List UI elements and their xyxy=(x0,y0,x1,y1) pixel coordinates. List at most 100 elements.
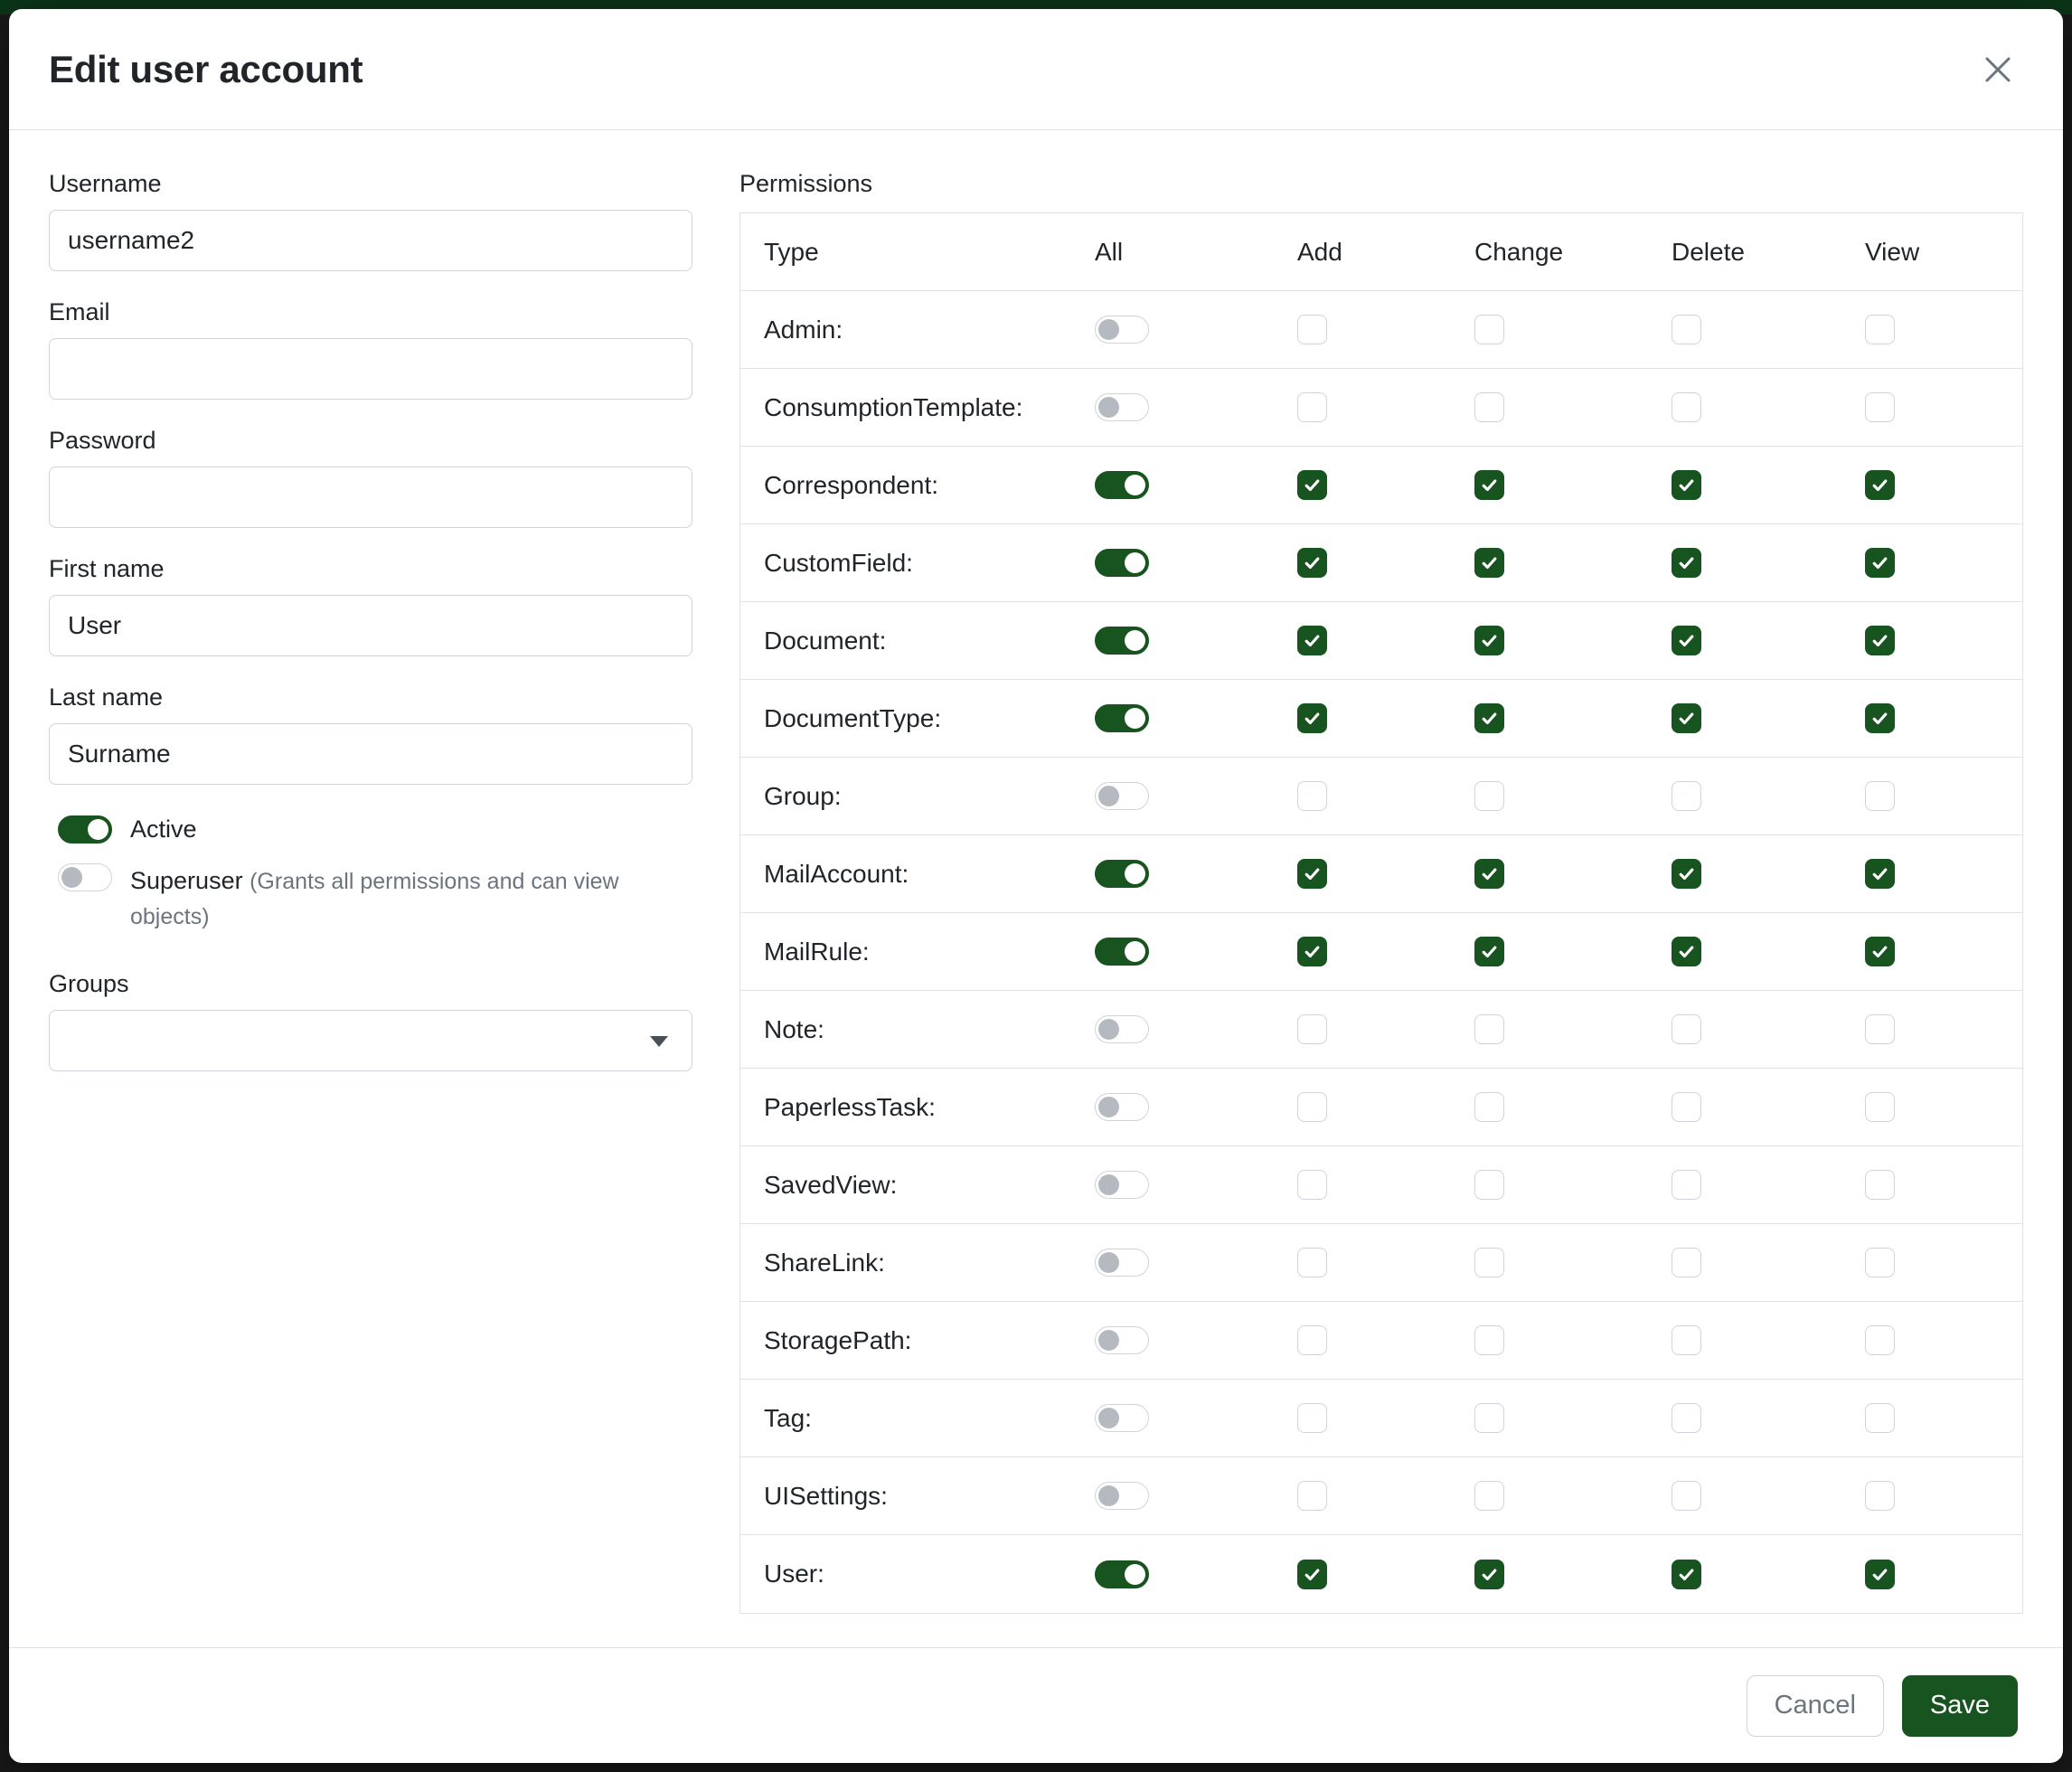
permission-delete-checkbox[interactable] xyxy=(1672,859,1701,889)
permission-type-label: PaperlessTask: xyxy=(740,1093,1095,1122)
permission-delete-checkbox[interactable] xyxy=(1672,392,1701,422)
permission-add-checkbox[interactable] xyxy=(1297,1014,1327,1044)
permission-add-checkbox[interactable] xyxy=(1297,1560,1327,1589)
email-input[interactable] xyxy=(49,338,692,400)
permission-all-toggle[interactable] xyxy=(1095,860,1149,888)
groups-select[interactable] xyxy=(49,1010,692,1071)
permission-all-toggle[interactable] xyxy=(1095,1560,1149,1588)
permission-change-checkbox[interactable] xyxy=(1474,703,1504,733)
last-name-group: Last name xyxy=(49,683,692,785)
permission-add-checkbox[interactable] xyxy=(1297,1170,1327,1200)
permission-all-toggle[interactable] xyxy=(1095,627,1149,655)
permission-change-checkbox[interactable] xyxy=(1474,781,1504,811)
permission-view-checkbox[interactable] xyxy=(1865,315,1895,344)
permission-change-checkbox[interactable] xyxy=(1474,1403,1504,1433)
permission-add-checkbox[interactable] xyxy=(1297,315,1327,344)
superuser-toggle[interactable] xyxy=(58,863,112,891)
cancel-button[interactable]: Cancel xyxy=(1747,1675,1884,1737)
permission-add-checkbox[interactable] xyxy=(1297,548,1327,578)
active-toggle[interactable] xyxy=(58,815,112,844)
permission-all-toggle[interactable] xyxy=(1095,782,1149,810)
permission-type-label: Document: xyxy=(740,627,1095,655)
permission-add-checkbox[interactable] xyxy=(1297,859,1327,889)
permission-add-checkbox[interactable] xyxy=(1297,626,1327,655)
permission-change-checkbox[interactable] xyxy=(1474,470,1504,500)
permission-delete-checkbox[interactable] xyxy=(1672,1403,1701,1433)
permission-view-checkbox[interactable] xyxy=(1865,859,1895,889)
permission-add-checkbox[interactable] xyxy=(1297,1092,1327,1122)
permission-change-checkbox[interactable] xyxy=(1474,1014,1504,1044)
permission-add-checkbox[interactable] xyxy=(1297,1248,1327,1277)
permission-view-checkbox[interactable] xyxy=(1865,1092,1895,1122)
permission-all-toggle[interactable] xyxy=(1095,1249,1149,1277)
last-name-input[interactable] xyxy=(49,723,692,785)
permission-view-checkbox[interactable] xyxy=(1865,392,1895,422)
permission-view-checkbox[interactable] xyxy=(1865,1403,1895,1433)
permission-add-checkbox[interactable] xyxy=(1297,1403,1327,1433)
permission-view-checkbox[interactable] xyxy=(1865,470,1895,500)
permission-change-checkbox[interactable] xyxy=(1474,1560,1504,1589)
permission-change-checkbox[interactable] xyxy=(1474,1481,1504,1511)
permission-add-checkbox[interactable] xyxy=(1297,470,1327,500)
permission-change-checkbox[interactable] xyxy=(1474,392,1504,422)
permission-view-checkbox[interactable] xyxy=(1865,703,1895,733)
permission-delete-checkbox[interactable] xyxy=(1672,1325,1701,1355)
first-name-input[interactable] xyxy=(49,595,692,656)
permission-delete-checkbox[interactable] xyxy=(1672,315,1701,344)
permission-view-checkbox[interactable] xyxy=(1865,937,1895,966)
permission-all-toggle[interactable] xyxy=(1095,1482,1149,1510)
permission-delete-checkbox[interactable] xyxy=(1672,1014,1701,1044)
permission-all-toggle[interactable] xyxy=(1095,1404,1149,1432)
permission-view-checkbox[interactable] xyxy=(1865,781,1895,811)
permission-change-checkbox[interactable] xyxy=(1474,1170,1504,1200)
permission-change-checkbox[interactable] xyxy=(1474,1092,1504,1122)
permission-add-checkbox[interactable] xyxy=(1297,1325,1327,1355)
permission-type-label: StoragePath: xyxy=(740,1326,1095,1355)
permission-change-checkbox[interactable] xyxy=(1474,937,1504,966)
permission-change-checkbox[interactable] xyxy=(1474,548,1504,578)
username-input[interactable] xyxy=(49,210,692,271)
permission-delete-checkbox[interactable] xyxy=(1672,1481,1701,1511)
permission-all-toggle[interactable] xyxy=(1095,1093,1149,1121)
permission-add-checkbox[interactable] xyxy=(1297,392,1327,422)
permission-all-toggle[interactable] xyxy=(1095,549,1149,577)
permission-all-toggle[interactable] xyxy=(1095,393,1149,421)
permission-delete-checkbox[interactable] xyxy=(1672,1170,1701,1200)
permission-all-toggle[interactable] xyxy=(1095,471,1149,499)
permission-all-toggle[interactable] xyxy=(1095,316,1149,344)
permission-view-checkbox[interactable] xyxy=(1865,1560,1895,1589)
permission-view-checkbox[interactable] xyxy=(1865,1481,1895,1511)
permission-delete-checkbox[interactable] xyxy=(1672,781,1701,811)
permission-change-checkbox[interactable] xyxy=(1474,1248,1504,1277)
permission-all-toggle[interactable] xyxy=(1095,1015,1149,1043)
permission-view-checkbox[interactable] xyxy=(1865,1170,1895,1200)
save-button[interactable]: Save xyxy=(1902,1675,2018,1737)
permission-add-checkbox[interactable] xyxy=(1297,703,1327,733)
permission-add-checkbox[interactable] xyxy=(1297,937,1327,966)
permission-view-checkbox[interactable] xyxy=(1865,1248,1895,1277)
permission-delete-checkbox[interactable] xyxy=(1672,1560,1701,1589)
close-button[interactable] xyxy=(1973,44,2023,95)
permission-change-checkbox[interactable] xyxy=(1474,1325,1504,1355)
permission-view-checkbox[interactable] xyxy=(1865,1014,1895,1044)
password-input[interactable] xyxy=(49,467,692,528)
permission-view-checkbox[interactable] xyxy=(1865,548,1895,578)
permission-delete-checkbox[interactable] xyxy=(1672,470,1701,500)
permission-view-checkbox[interactable] xyxy=(1865,1325,1895,1355)
permission-delete-checkbox[interactable] xyxy=(1672,1248,1701,1277)
permission-delete-checkbox[interactable] xyxy=(1672,937,1701,966)
permission-delete-checkbox[interactable] xyxy=(1672,703,1701,733)
permission-delete-checkbox[interactable] xyxy=(1672,548,1701,578)
permission-add-checkbox[interactable] xyxy=(1297,1481,1327,1511)
permission-view-checkbox[interactable] xyxy=(1865,626,1895,655)
permission-all-toggle[interactable] xyxy=(1095,704,1149,732)
permission-change-checkbox[interactable] xyxy=(1474,315,1504,344)
permission-delete-checkbox[interactable] xyxy=(1672,626,1701,655)
permission-all-toggle[interactable] xyxy=(1095,1326,1149,1354)
permission-delete-checkbox[interactable] xyxy=(1672,1092,1701,1122)
permission-change-checkbox[interactable] xyxy=(1474,626,1504,655)
permission-add-checkbox[interactable] xyxy=(1297,781,1327,811)
permission-all-toggle[interactable] xyxy=(1095,1171,1149,1199)
permission-change-checkbox[interactable] xyxy=(1474,859,1504,889)
permission-all-toggle[interactable] xyxy=(1095,938,1149,966)
